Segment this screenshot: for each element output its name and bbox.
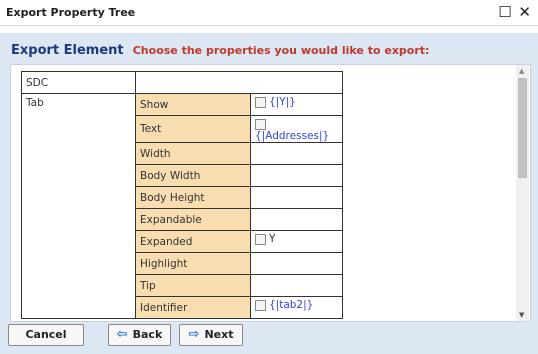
property-value: {|Y|} — [269, 96, 296, 108]
scroll-up-icon[interactable]: ▲ — [519, 67, 524, 75]
next-button[interactable]: ⇨ Next — [179, 324, 243, 346]
export-checkbox[interactable] — [255, 300, 266, 311]
property-value-cell — [250, 274, 343, 297]
back-label: Back — [132, 328, 163, 341]
property-value: Y — [269, 233, 276, 245]
property-value: {|Addresses|} — [255, 130, 330, 142]
panel-header: Export Element Choose the properties you… — [11, 39, 429, 58]
property-name: Text — [135, 115, 251, 143]
property-name: Expandable — [135, 208, 251, 231]
property-name: Body Width — [135, 164, 251, 187]
vertical-scrollbar[interactable]: ▲ ▼ — [516, 65, 529, 321]
tree-node-sdc-empty — [135, 71, 343, 94]
tree-node-sdc: SDC — [21, 71, 136, 94]
tree-node-tab: Tab — [21, 93, 136, 319]
property-name: Show — [135, 93, 251, 116]
property-name: Expanded — [135, 230, 251, 253]
close-icon[interactable]: ✕ — [518, 3, 532, 21]
cancel-button[interactable]: Cancel — [8, 324, 84, 346]
window-controls: ☐ ✕ — [498, 3, 532, 21]
property-name: Body Height — [135, 186, 251, 209]
property-value-cell: Y — [250, 230, 343, 253]
property-tree-area: SDC Tab Show {|Y|} Text {|Addresses|} Width Bo… — [10, 64, 531, 322]
property-value-cell — [250, 186, 343, 209]
property-tree-table: SDC Tab Show {|Y|} Text {|Addresses|} Width Bo… — [21, 71, 343, 319]
export-checkbox[interactable] — [255, 97, 266, 108]
property-value-cell: {|tab2|} — [250, 296, 343, 319]
next-label: Next — [204, 328, 234, 341]
property-value-cell — [250, 208, 343, 231]
export-panel: Export Element Choose the properties you… — [0, 33, 538, 354]
panel-subtitle: Choose the properties you would like to … — [132, 44, 430, 57]
export-checkbox[interactable] — [255, 234, 266, 245]
right-arrow-icon: ⇨ — [188, 327, 200, 342]
title-bar: Export Property Tree ☐ ✕ — [0, 0, 538, 26]
property-row: Tab Show {|Y|} — [21, 93, 343, 319]
property-value-cell — [250, 252, 343, 275]
property-name: Tip — [135, 274, 251, 297]
property-name: Highlight — [135, 252, 251, 275]
scroll-thumb[interactable] — [518, 78, 527, 178]
property-value: {|tab2|} — [269, 299, 314, 311]
property-value-cell — [250, 142, 343, 165]
property-value-cell: {|Addresses|} — [250, 115, 343, 143]
left-arrow-icon: ⇦ — [116, 327, 128, 342]
panel-title: Export Element — [11, 43, 124, 58]
cancel-label: Cancel — [25, 328, 67, 341]
export-checkbox[interactable] — [255, 119, 266, 130]
restore-icon[interactable]: ☐ — [498, 3, 512, 21]
property-name: Width — [135, 142, 251, 165]
back-button[interactable]: ⇦ Back — [108, 324, 171, 346]
scroll-down-icon[interactable]: ▼ — [519, 311, 524, 319]
tree-row-sdc: SDC — [21, 71, 343, 94]
property-value-cell — [250, 164, 343, 187]
property-value-cell: {|Y|} — [250, 93, 343, 116]
property-name: Identifier — [135, 296, 251, 319]
window-title: Export Property Tree — [6, 6, 136, 19]
